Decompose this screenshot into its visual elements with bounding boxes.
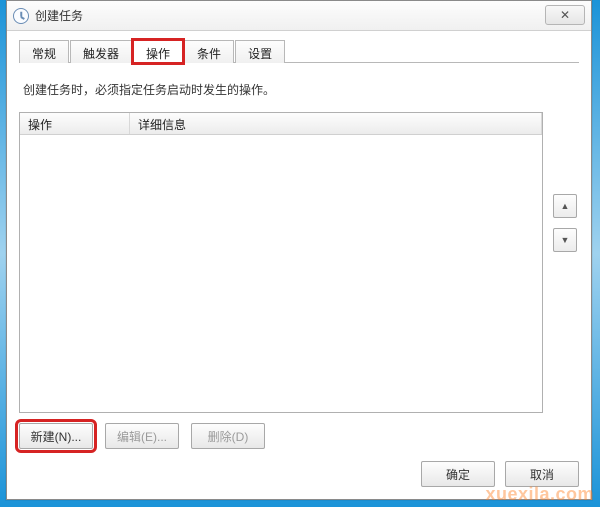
list-area: 操作 详细信息 ▲ ▼ bbox=[19, 112, 579, 413]
clock-icon bbox=[13, 8, 29, 24]
ok-button[interactable]: 确定 bbox=[421, 461, 495, 487]
tab-triggers[interactable]: 触发器 bbox=[70, 40, 132, 63]
column-action[interactable]: 操作 bbox=[20, 113, 130, 134]
cancel-button[interactable]: 取消 bbox=[505, 461, 579, 487]
tab-actions[interactable]: 操作 bbox=[133, 40, 183, 63]
actions-listview[interactable]: 操作 详细信息 bbox=[19, 112, 543, 413]
titlebar[interactable]: 创建任务 ✕ bbox=[7, 1, 591, 31]
close-icon: ✕ bbox=[560, 8, 570, 22]
tab-settings[interactable]: 设置 bbox=[235, 40, 285, 63]
content-area: 常规 触发器 操作 条件 设置 创建任务时，必须指定任务启动时发生的操作。 操作… bbox=[7, 31, 591, 499]
new-button[interactable]: 新建(N)... bbox=[19, 423, 93, 449]
close-button[interactable]: ✕ bbox=[545, 5, 585, 25]
reorder-buttons: ▲ ▼ bbox=[551, 112, 579, 413]
help-text: 创建任务时，必须指定任务启动时发生的操作。 bbox=[23, 81, 579, 98]
move-down-button[interactable]: ▼ bbox=[553, 228, 577, 252]
edit-button[interactable]: 编辑(E)... bbox=[105, 423, 179, 449]
window-title: 创建任务 bbox=[35, 7, 83, 24]
chevron-down-icon: ▼ bbox=[561, 235, 570, 245]
column-details[interactable]: 详细信息 bbox=[130, 113, 542, 134]
list-header: 操作 详细信息 bbox=[20, 113, 542, 135]
tab-conditions[interactable]: 条件 bbox=[184, 40, 234, 63]
dialog-window: 创建任务 ✕ 常规 触发器 操作 条件 设置 创建任务时，必须指定任务启动时发生… bbox=[6, 0, 592, 500]
move-up-button[interactable]: ▲ bbox=[553, 194, 577, 218]
dialog-footer: 确定 取消 bbox=[19, 461, 579, 487]
action-buttons-row: 新建(N)... 编辑(E)... 删除(D) bbox=[19, 423, 579, 449]
list-body[interactable] bbox=[20, 135, 542, 412]
chevron-up-icon: ▲ bbox=[561, 201, 570, 211]
tab-strip: 常规 触发器 操作 条件 设置 bbox=[19, 39, 579, 63]
tab-general[interactable]: 常规 bbox=[19, 40, 69, 63]
delete-button[interactable]: 删除(D) bbox=[191, 423, 265, 449]
